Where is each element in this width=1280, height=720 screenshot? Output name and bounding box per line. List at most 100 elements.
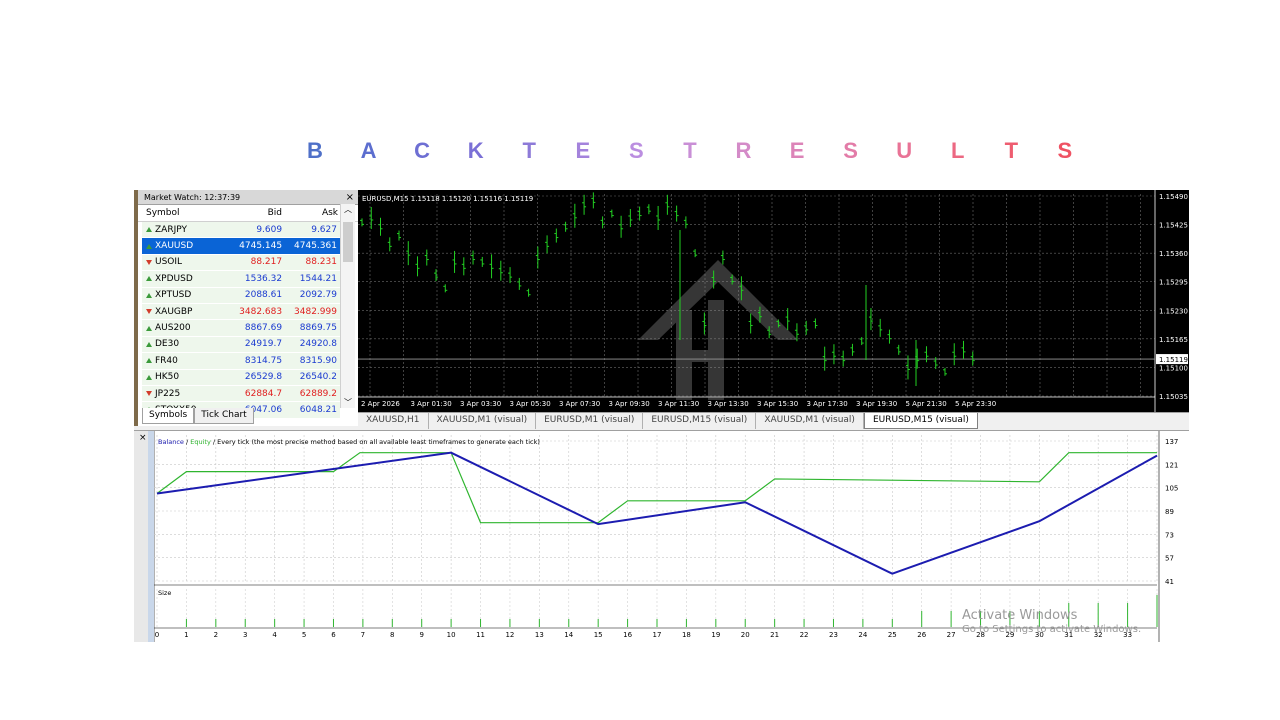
y-tick-label: 121: [1165, 461, 1178, 469]
ask-cell: 1544.21: [299, 273, 337, 284]
scroll-up-icon[interactable]: ︿: [341, 204, 355, 215]
symbol-cell: XPDUSD: [142, 274, 230, 284]
y-tick-label: 105: [1165, 485, 1178, 493]
tester-grid: [154, 435, 1158, 582]
ask-cell: 62889.2: [299, 388, 337, 399]
price-chart[interactable]: 1.15490 1.15425 1.15360 1.15295 1.15230 1.151…: [358, 190, 1189, 412]
bid-cell: 9.609: [256, 224, 283, 235]
x-tick-label: 25: [888, 631, 897, 639]
time-label: 3 Apr 05:30: [510, 400, 551, 408]
table-row[interactable]: USOIL 88.217 88.231: [142, 254, 340, 272]
chart-tab[interactable]: EURUSD,M15 (visual): [863, 413, 978, 429]
x-tick-label: 8: [390, 631, 394, 639]
tester-legend: Balance / Equity / Every tick (the most …: [158, 438, 540, 446]
close-icon[interactable]: ×: [346, 192, 354, 203]
table-row[interactable]: JP225 62884.7 62889.2: [142, 385, 340, 403]
market-watch-tabs: Symbols Tick Chart: [142, 408, 254, 424]
table-row[interactable]: XPTUSD 2088.61 2092.79: [142, 287, 340, 304]
bid-cell: 8314.75: [244, 355, 283, 366]
chart-tabs: XAUUSD,H1 XAUUSD,M1 (visual) EURUSD,M1 (vi…: [358, 412, 1189, 429]
col-ask[interactable]: Ask: [282, 208, 338, 218]
x-tick-label: 5: [302, 631, 306, 639]
heading-letter: R: [735, 138, 752, 163]
chart-tab[interactable]: EURUSD,M1 (visual): [536, 413, 644, 429]
x-tick-label: 2: [214, 631, 218, 639]
heading-letter: A: [360, 138, 377, 163]
heading-letter: S: [843, 138, 858, 163]
chart-tab[interactable]: XAUUSD,M1 (visual): [429, 413, 537, 429]
x-tick-label: 14: [564, 631, 573, 639]
heading-letter: E: [575, 138, 591, 163]
symbol-name: XPDUSD: [155, 273, 193, 284]
bid-cell: 88.217: [250, 257, 283, 268]
chart-tab[interactable]: XAUUSD,H1: [358, 413, 429, 429]
y-tick-label: 137: [1165, 438, 1178, 446]
price-label: 1.15490: [1159, 193, 1188, 201]
bid-cell: 8867.69: [244, 323, 283, 334]
x-tick-label: 9: [419, 631, 423, 639]
table-row[interactable]: ZARJPY 9.609 9.627: [142, 222, 340, 239]
table-row[interactable]: XAUUSD 4745.145 4745.361: [142, 238, 340, 255]
arrow-up-icon: [146, 358, 152, 364]
col-symbol[interactable]: Symbol: [146, 208, 228, 218]
price-label: 1.15035: [1159, 393, 1188, 401]
ask-cell: 88.231: [305, 257, 337, 268]
panel-accent: [134, 190, 138, 426]
logo-bar: [676, 350, 724, 362]
market-watch-title: Market Watch: 12:37:39: [144, 192, 241, 202]
activate-windows-subtitle: Go to Settings to activate Windows.: [962, 624, 1142, 635]
chart-header: EURUSD,M15 1.15118 1.15120 1.15116 1.151…: [362, 195, 533, 203]
x-tick-label: 21: [770, 631, 779, 639]
heading-letter: C: [414, 138, 431, 163]
arrow-down-icon: [146, 259, 152, 265]
activate-windows-title: Activate Windows: [962, 608, 1078, 623]
arrow-up-icon: [146, 243, 152, 249]
price-bars: [360, 192, 975, 386]
legend-rest: / Every tick (the most precise method ba…: [213, 438, 540, 446]
legend-equity: Equity: [190, 438, 213, 446]
chart-tab[interactable]: EURUSD,M15 (visual): [643, 413, 757, 429]
size-label: Size: [158, 589, 171, 597]
market-watch-panel: Market Watch: 12:37:39 × Symbol Bid Ask …: [134, 190, 359, 426]
table-row[interactable]: AUS200 8867.69 8869.75: [142, 320, 340, 337]
arrow-up-icon: [146, 325, 152, 331]
table-row[interactable]: HK50 26529.8 26540.2: [142, 369, 340, 386]
tab-symbols[interactable]: Symbols: [142, 408, 195, 424]
ask-cell: 8315.90: [299, 355, 337, 366]
table-row[interactable]: FR40 8314.75 8315.90: [142, 353, 340, 370]
bid-cell: 24919.7: [244, 339, 283, 350]
x-tick-label: 1: [184, 631, 188, 639]
x-tick-label: 3: [243, 631, 247, 639]
x-tick-label: 26: [917, 631, 926, 639]
time-label: 3 Apr 15:30: [757, 400, 798, 408]
scroll-down-icon[interactable]: ﹀: [341, 397, 355, 408]
arrow-down-icon: [146, 391, 152, 397]
table-row[interactable]: XPDUSD 1536.32 1544.21: [142, 271, 340, 288]
x-tick-label: 19: [711, 631, 720, 639]
price-label: 1.15360: [1159, 250, 1188, 258]
ask-cell: 4745.361: [294, 241, 337, 252]
ask-cell: 26540.2: [299, 372, 337, 383]
market-watch-scrollbar[interactable]: ︿ ﹀: [340, 204, 355, 408]
table-row[interactable]: XAUGBP 3482.683 3482.999: [142, 303, 340, 321]
current-price-label: 1.15119: [1159, 356, 1188, 364]
x-tick-label: 24: [858, 631, 867, 639]
scroll-thumb[interactable]: [343, 222, 353, 262]
y-tick-label: 57: [1165, 555, 1174, 563]
symbol-name: ZARJPY: [155, 224, 187, 235]
price-label: 1.15100: [1159, 364, 1188, 372]
ask-cell: 3482.999: [294, 306, 337, 317]
tab-tick-chart[interactable]: Tick Chart: [194, 408, 254, 424]
symbol-cell: HK50: [142, 372, 230, 382]
bid-cell: 3482.683: [239, 306, 283, 317]
heading-letter: S: [629, 138, 644, 163]
market-watch-header: Symbol Bid Ask: [134, 205, 358, 222]
x-tick-label: 16: [623, 631, 632, 639]
col-bid[interactable]: Bid: [228, 208, 282, 218]
heading-letter: U: [896, 138, 913, 163]
arrow-up-icon: [146, 292, 152, 298]
chart-tab[interactable]: XAUUSD,M1 (visual): [756, 413, 864, 429]
time-label: 3 Apr 11:30: [658, 400, 699, 408]
table-row[interactable]: DE30 24919.7 24920.8: [142, 336, 340, 354]
symbol-cell: XAUUSD: [142, 241, 230, 251]
